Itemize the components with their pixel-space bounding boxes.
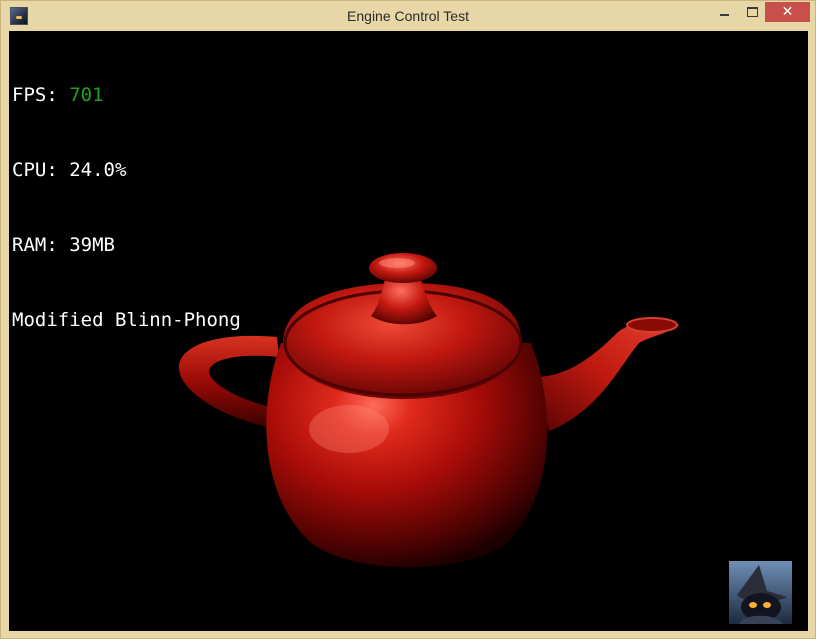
app-window: Engine Control Test ✕ FPS: 701 CPU: 24.0… [0, 0, 816, 639]
cpu-readout: CPU: 24.0% [12, 159, 127, 181]
fps-readout: FPS: 701 [12, 83, 241, 108]
fps-label: FPS: [12, 84, 70, 106]
window-title: Engine Control Test [347, 8, 469, 24]
wizard-avatar [729, 561, 792, 624]
close-icon: ✕ [781, 4, 794, 20]
minimize-icon [719, 14, 729, 16]
minimize-button[interactable] [711, 2, 737, 22]
stats-overlay: FPS: 701 CPU: 24.0% RAM: 39MB Modified B… [12, 33, 241, 383]
maximize-button[interactable] [739, 2, 765, 22]
teapot-spout [537, 321, 679, 431]
title-bar[interactable]: Engine Control Test ✕ [1, 1, 815, 31]
render-viewport[interactable]: FPS: 701 CPU: 24.0% RAM: 39MB Modified B… [9, 31, 808, 631]
fps-value: 701 [69, 84, 104, 106]
close-button[interactable]: ✕ [765, 2, 810, 22]
teapot-knob [369, 253, 437, 283]
teapot-spout-opening [626, 317, 678, 333]
ram-readout: RAM: 39MB [12, 234, 115, 256]
shader-mode-label: Modified Blinn-Phong [12, 309, 241, 331]
maximize-icon [746, 7, 758, 17]
